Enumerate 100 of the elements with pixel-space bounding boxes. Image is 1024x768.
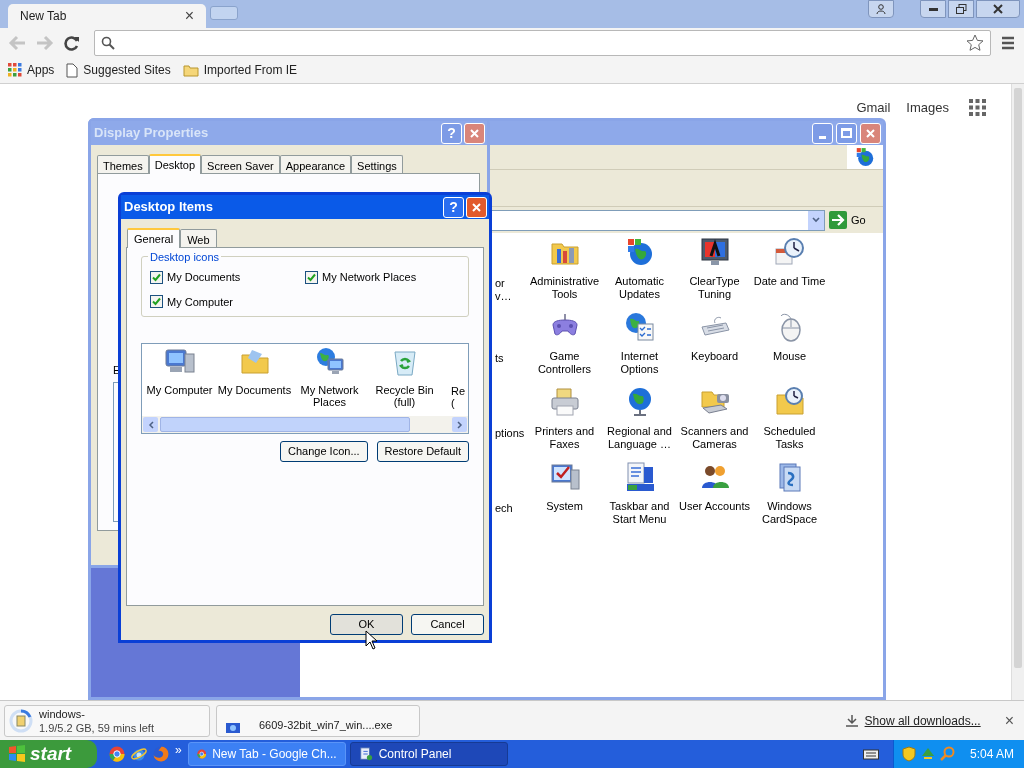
tab[interactable]: Screen Saver — [201, 155, 280, 173]
taskbar-button[interactable]: New Tab - Google Ch... — [187, 742, 346, 766]
tab-title: New Tab — [20, 8, 67, 25]
tab[interactable]: Settings — [351, 155, 403, 173]
top-link[interactable]: Gmail — [856, 98, 891, 118]
checkbox[interactable] — [150, 270, 163, 284]
monitor-icon — [698, 236, 731, 268]
progress-ring-icon — [9, 708, 33, 733]
minimize-button[interactable] — [920, 0, 946, 18]
desktop-icon-item[interactable]: Recycle Bin (full) — [375, 384, 434, 408]
page-icon — [66, 62, 79, 78]
download-item[interactable]: 6609-32bit_win7_win....exe — [216, 704, 420, 737]
control-panel-item[interactable]: Scheduled Tasks — [763, 425, 816, 451]
window-title: Desktop Items — [124, 198, 213, 217]
tab[interactable]: Web — [180, 229, 217, 247]
installer-icon — [225, 721, 241, 734]
control-panel-item[interactable]: ClearType Tuning — [689, 275, 740, 301]
tab[interactable]: General — [127, 228, 181, 248]
caret-icon[interactable] — [812, 217, 820, 223]
control-panel-item[interactable]: System — [546, 500, 583, 513]
download-name: 6609-32bit_win7_win....exe — [259, 718, 393, 733]
bookmark-item[interactable]: Imported From IE — [182, 61, 298, 79]
item-label[interactable]: ech — [495, 502, 527, 515]
bookmark-star-icon[interactable] — [966, 33, 984, 52]
icon-list[interactable]: My Computer My Documents My Network Places Recycle Bin (full) Re ( — [141, 343, 469, 434]
control-panel-item[interactable]: Game Controllers — [537, 350, 592, 376]
item-label[interactable]: ts — [495, 352, 527, 365]
arrow-icon — [829, 211, 847, 229]
show-all-downloads-link[interactable]: Show all downloads... — [864, 711, 981, 730]
list-item-label[interactable]: Re ( — [451, 385, 466, 409]
taskbar-button[interactable]: Control Panel — [349, 742, 508, 766]
dialog-button[interactable]: Change Icon... — [280, 441, 368, 462]
close-icon — [470, 128, 479, 138]
checkbox-label: My Network Places — [322, 270, 417, 285]
tab[interactable]: Themes — [97, 155, 149, 173]
item-label[interactable]: ptions — [495, 427, 527, 440]
bookmark-item[interactable]: Apps — [8, 61, 55, 79]
control-panel-item[interactable]: Regional and Language … — [607, 425, 672, 451]
desktop-icon-item[interactable]: My Computer — [146, 384, 213, 396]
control-panel-item[interactable]: Printers and Faxes — [534, 425, 595, 451]
desktop-icon-item[interactable]: My Network Places — [300, 384, 359, 408]
download-arrow-icon — [844, 714, 859, 727]
control-panel-item[interactable]: Taskbar and Start Menu — [609, 500, 670, 526]
control-panel-item[interactable]: Scanners and Cameras — [680, 425, 749, 451]
close-icon — [866, 128, 875, 138]
item-label[interactable]: or v… — [495, 277, 527, 303]
scrollbar[interactable] — [1011, 84, 1024, 700]
control-panel-item[interactable]: Automatic Updates — [615, 275, 664, 301]
ok-button[interactable]: OK — [330, 614, 403, 635]
tab-close-button[interactable]: × — [184, 8, 194, 24]
globe-checklist-icon — [623, 311, 656, 343]
user-button[interactable] — [868, 0, 894, 18]
quick-launch-overflow[interactable]: » — [175, 744, 182, 756]
horizontal-scrollbar[interactable] — [142, 416, 468, 433]
close-downloads-button[interactable]: × — [1004, 708, 1014, 733]
apps-grid-icon[interactable] — [969, 99, 986, 117]
shield-icon[interactable] — [901, 746, 916, 762]
scroll-left-icon[interactable] — [147, 420, 154, 429]
reload-icon[interactable] — [64, 34, 80, 51]
checkbox[interactable] — [305, 270, 318, 284]
control-panel-item[interactable]: Administrative Tools — [529, 275, 600, 301]
bookmark-item[interactable]: Suggested Sites — [66, 61, 171, 79]
close-button[interactable] — [976, 0, 1020, 18]
monitor-checkmark-icon — [548, 461, 581, 493]
control-panel-item[interactable]: Date and Time — [753, 275, 826, 288]
user-icon — [876, 4, 886, 14]
top-link[interactable]: Images — [906, 98, 949, 118]
clock: 5:04 AM — [969, 746, 1014, 763]
close-icon — [472, 202, 481, 212]
control-panel-item[interactable]: Windows CardSpace — [761, 500, 817, 526]
restore-button[interactable] — [948, 0, 974, 18]
folder-clock-icon — [773, 386, 806, 418]
maximize-button[interactable] — [836, 122, 857, 144]
control-panel-item[interactable]: Keyboard — [690, 350, 739, 363]
cancel-button[interactable]: Cancel — [411, 614, 484, 635]
help-button[interactable]: ? — [443, 196, 464, 218]
go-button[interactable]: Go — [829, 209, 879, 231]
tab[interactable]: Desktop — [148, 154, 202, 174]
control-panel-item[interactable]: Mouse — [773, 350, 806, 363]
dialog-button[interactable]: Restore Default — [376, 441, 469, 462]
keyboard-icon[interactable] — [862, 748, 879, 760]
control-panel-item[interactable]: User Accounts — [679, 500, 750, 513]
window-title: Display Properties — [94, 124, 209, 143]
calendar-clock-icon — [773, 236, 806, 268]
start-button[interactable]: start — [0, 740, 97, 768]
checkbox-label: My Computer — [167, 294, 234, 310]
download-item[interactable]: windows- 1.9/5.2 GB, 59 mins left — [4, 704, 210, 737]
checkbox[interactable] — [150, 295, 163, 309]
checkbox-label: My Documents — [167, 270, 241, 285]
desktop-icon-item[interactable]: My Documents — [217, 384, 292, 396]
download-name: windows- — [39, 706, 86, 721]
restore-icon — [955, 4, 967, 14]
control-panel-item[interactable]: Internet Options — [620, 350, 659, 376]
tab[interactable]: Appearance — [279, 155, 352, 173]
folder-icon — [182, 63, 199, 77]
menu-icon[interactable] — [1001, 35, 1015, 50]
browser-icon[interactable] — [109, 746, 125, 762]
scroll-right-icon[interactable] — [456, 420, 463, 429]
browser-icon — [196, 747, 207, 761]
browser-tab[interactable]: New Tab × — [8, 4, 206, 28]
